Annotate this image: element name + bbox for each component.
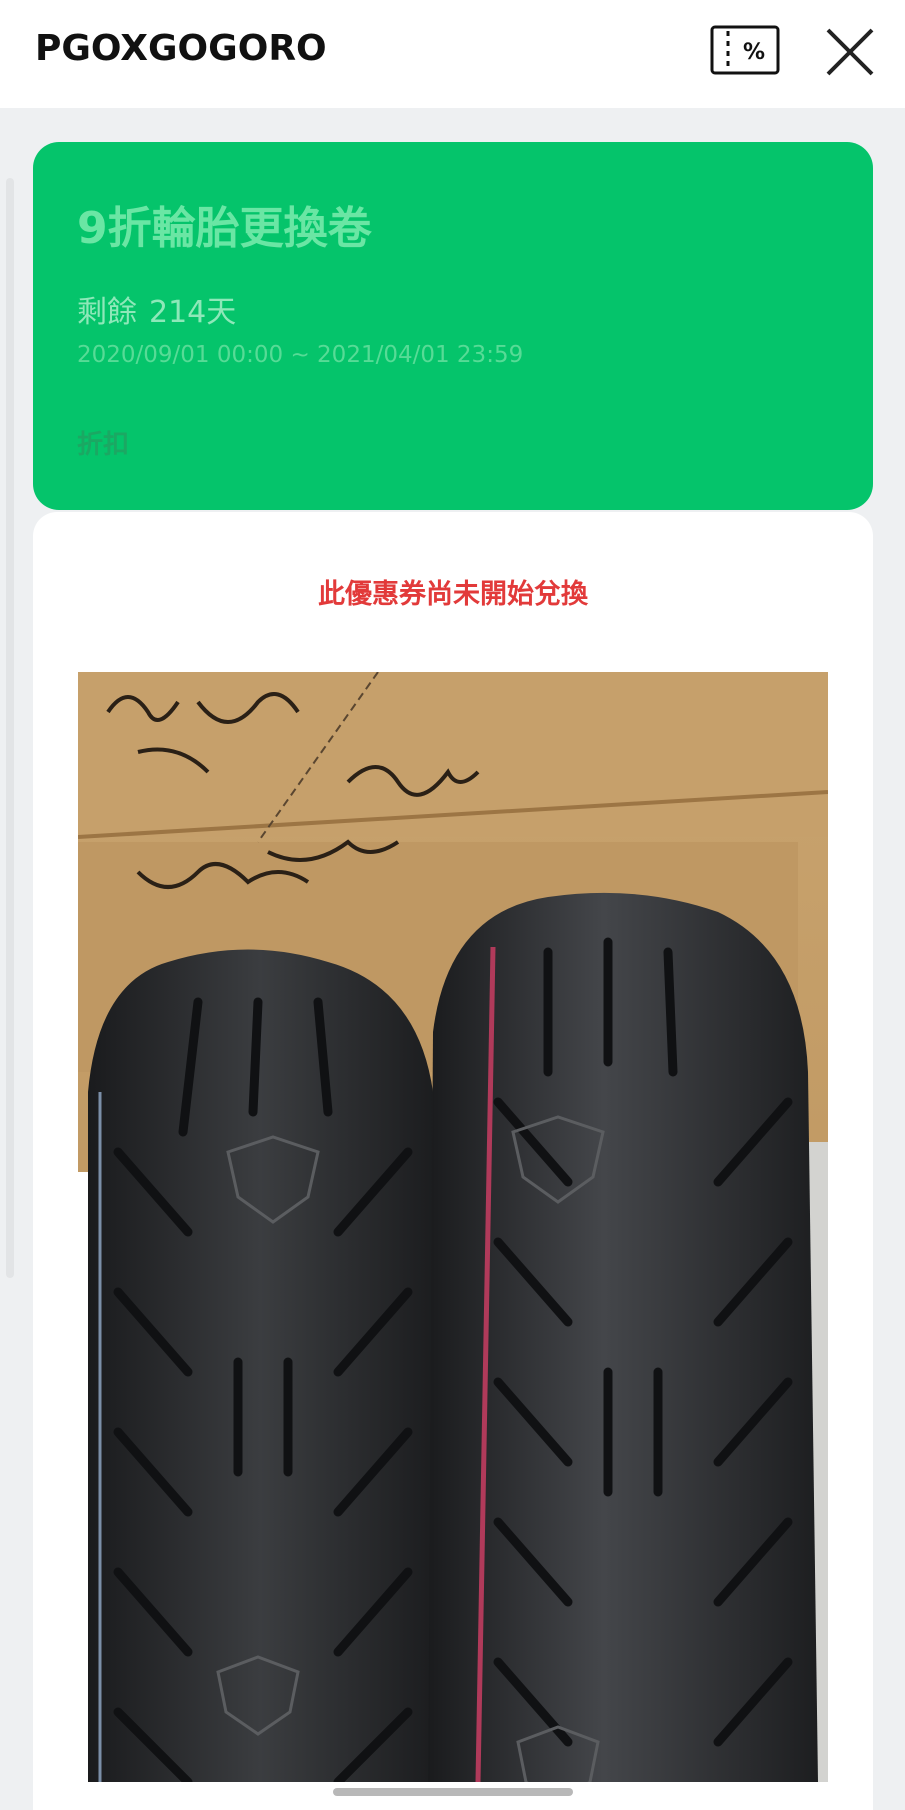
remaining-value: 214天 [149,295,237,330]
remaining-label: 剩餘 [77,295,137,330]
home-indicator[interactable] [333,1788,573,1796]
status-message: 此優惠券尚未開始兌換 [318,579,588,610]
coupon-validity: 2020/09/01 00:00 ~ 2021/04/01 23:59 [77,342,524,368]
coupon-title: 9折輪胎更換卷 [77,203,372,254]
page-title: PGOXGOGORO [35,28,327,69]
close-icon[interactable] [822,24,878,80]
coupon-detail-panel: 此優惠券尚未開始兌換 [33,512,873,1810]
tires-photo [78,672,828,1782]
coupon-card: 9折輪胎更換卷 剩餘 214天 2020/09/01 00:00 ~ 2021/0… [33,142,873,510]
coupon-remaining: 剩餘 214天 [77,287,248,331]
app-header: PGOXGOGORO % [0,0,905,108]
svg-text:%: % [743,40,765,65]
scrollbar[interactable] [6,178,14,1278]
coupon-percent-icon[interactable]: % [710,25,780,75]
coupon-type: 折扣 [77,430,130,460]
